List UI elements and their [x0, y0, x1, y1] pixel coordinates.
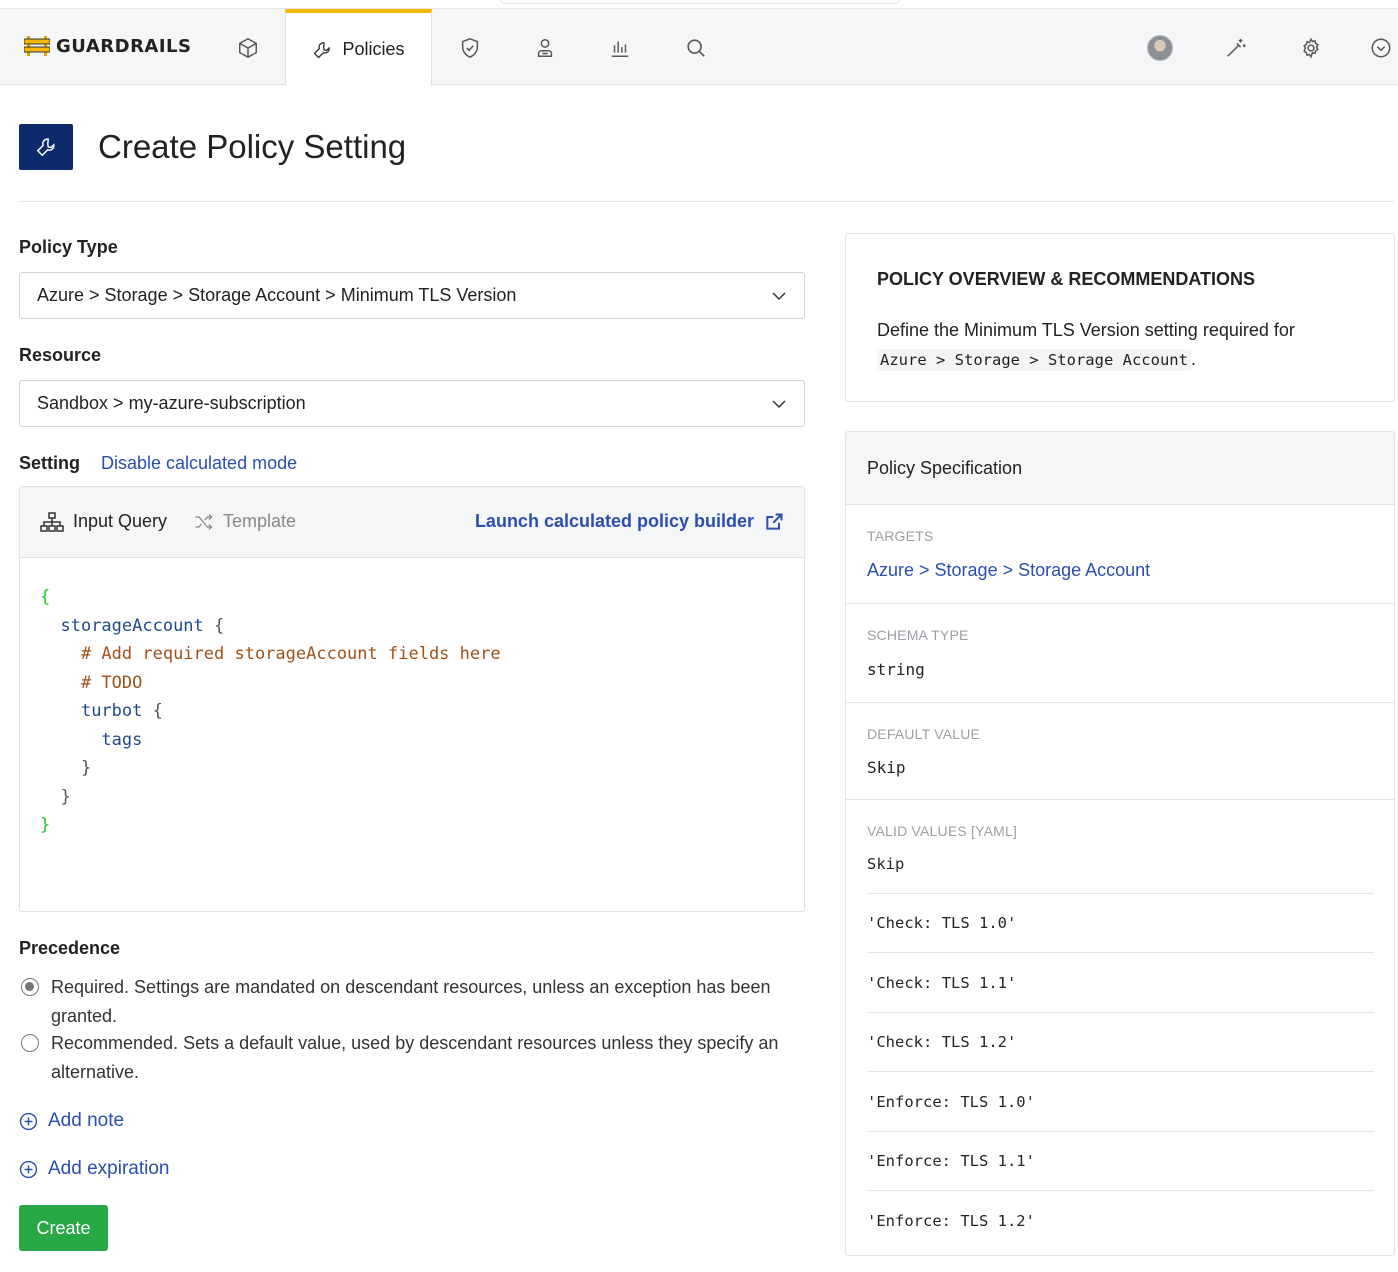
policy-type-select[interactable]: Azure > Storage > Storage Account > Mini… [19, 272, 805, 319]
bar-chart-icon[interactable] [609, 37, 631, 59]
valid-value-item: 'Enforce: TLS 1.1' [867, 1132, 1374, 1191]
code-line: { [40, 587, 51, 607]
window-top-strip [0, 0, 1398, 9]
external-link-icon [766, 513, 783, 530]
user-badge-icon[interactable] [534, 37, 556, 59]
code-brace: } [60, 786, 71, 807]
code-line: } [40, 815, 51, 835]
code-brace: { [152, 701, 163, 721]
policy-type-value: Azure > Storage > Storage Account > Mini… [37, 285, 517, 305]
tab-policies-label: Policies [342, 39, 405, 59]
address-pill [500, 0, 900, 4]
spec-title: Policy Specification [846, 432, 1394, 505]
valid-value-item: 'Check: TLS 1.2' [867, 1013, 1374, 1072]
sitemap-icon [40, 511, 64, 532]
policy-type-label: Policy Type [19, 237, 118, 257]
default-value: Skip [867, 758, 906, 777]
precedence-required-text: Required. Settings are mandated on desce… [51, 977, 771, 1026]
shuffle-icon [195, 513, 213, 530]
avatar[interactable] [1147, 35, 1173, 61]
tab-template-label: Template [223, 511, 297, 531]
code-brace: } [80, 758, 92, 778]
tab-template[interactable]: Template [194, 511, 296, 532]
magic-wand-icon[interactable] [1225, 37, 1247, 59]
tab-input-query-label: Input Query [73, 511, 168, 531]
brand-name: GUARDRAILS [56, 35, 192, 57]
valid-value-item: 'Check: TLS 1.0' [867, 894, 1374, 953]
radio-required[interactable] [21, 978, 39, 996]
spec-valid-values: VALID VALUES [YAML] Skip 'Check: TLS 1.0… [846, 800, 1394, 1255]
code-comment: # Add required storageAccount fields her… [80, 644, 501, 664]
shield-check-icon[interactable] [459, 37, 481, 59]
schema-type-value: string [867, 660, 925, 679]
radio-recommended[interactable] [21, 1034, 39, 1052]
valid-value-item: Skip [867, 835, 1374, 894]
default-value-label: DEFAULT VALUE [867, 726, 981, 742]
code-key: turbot [80, 701, 143, 721]
query-code-editor[interactable]: { storageAccount { # Add required storag… [40, 583, 501, 840]
add-expiration-link[interactable]: Add expiration [19, 1158, 169, 1180]
header-wrench-badge [19, 124, 73, 170]
targets-label: TARGETS [867, 528, 934, 544]
policy-specification-panel: Policy Specification TARGETS Azure > Sto… [845, 431, 1395, 1256]
precedence-option-recommended[interactable]: Recommended. Sets a default value, used … [21, 1029, 801, 1086]
resource-select[interactable]: Sandbox > my-azure-subscription [19, 380, 805, 427]
disable-calculated-mode-link[interactable]: Disable calculated mode [101, 453, 297, 474]
valid-value-item: 'Enforce: TLS 1.0' [867, 1073, 1374, 1132]
plus-circle-icon [19, 1112, 38, 1130]
schema-type-label: SCHEMA TYPE [867, 627, 969, 643]
resource-label: Resource [19, 345, 102, 365]
query-panel: Input Query Template Launch calculated p… [19, 486, 805, 912]
code-key: tags [101, 729, 143, 750]
wrench-icon [314, 41, 331, 58]
create-button[interactable]: Create [19, 1205, 108, 1251]
overview-description: Define the Minimum TLS Version setting r… [877, 316, 1377, 375]
precedence-recommended-text: Recommended. Sets a default value, used … [51, 1033, 779, 1082]
query-panel-header: Input Query Template Launch calculated p… [20, 487, 804, 558]
overview-suffix: . [1190, 349, 1196, 369]
tab-input-query[interactable]: Input Query [40, 511, 167, 532]
header-divider [19, 201, 1394, 202]
overview-code: Azure > Storage > Storage Account [877, 349, 1191, 371]
code-comment: # TODO [80, 672, 143, 693]
plus-circle-icon [19, 1160, 38, 1178]
policy-overview-panel: POLICY OVERVIEW & RECOMMENDATIONS Define… [845, 233, 1395, 402]
valid-value-item: 'Enforce: TLS 1.2' [867, 1211, 1035, 1230]
cube-icon[interactable] [237, 37, 259, 59]
launch-builder-label: Launch calculated policy builder [474, 511, 754, 531]
add-expiration-label: Add expiration [48, 1158, 170, 1179]
code-brace: { [214, 615, 225, 636]
page-title: Create Policy Setting [98, 128, 407, 165]
precedence-label: Precedence [19, 938, 121, 958]
resource-value: Sandbox > my-azure-subscription [37, 393, 306, 413]
code-key: storageAccount [60, 615, 204, 636]
guardrails-logo-icon [24, 36, 50, 56]
chevron-down-icon [772, 292, 786, 301]
overview-text: Define the Minimum TLS Version setting r… [877, 320, 1295, 340]
setting-label: Setting [19, 453, 80, 473]
add-note-label: Add note [48, 1110, 125, 1131]
page-header: Create Policy Setting [19, 124, 406, 170]
overview-title: POLICY OVERVIEW & RECOMMENDATIONS [877, 269, 1256, 289]
spec-targets: TARGETS Azure > Storage > Storage Accoun… [846, 505, 1394, 604]
gear-icon[interactable] [1300, 37, 1322, 59]
search-icon[interactable] [685, 37, 707, 59]
spec-default-value: DEFAULT VALUE Skip [846, 703, 1394, 800]
brand[interactable]: GUARDRAILS [24, 35, 192, 57]
chevron-circle-down-icon[interactable] [1370, 37, 1392, 59]
top-navbar: GUARDRAILS Policies [0, 9, 1398, 86]
chevron-down-icon [772, 400, 786, 409]
add-note-link[interactable]: Add note [19, 1110, 124, 1132]
spec-schema-type: SCHEMA TYPE string [846, 604, 1394, 703]
valid-value-item: 'Check: TLS 1.1' [867, 954, 1374, 1013]
tab-policies[interactable]: Policies [285, 9, 432, 86]
wrench-icon [36, 138, 55, 157]
precedence-option-required[interactable]: Required. Settings are mandated on desce… [21, 973, 801, 1030]
launch-builder-link[interactable]: Launch calculated policy builder [475, 511, 784, 532]
targets-link[interactable]: Azure > Storage > Storage Account [867, 560, 1150, 581]
